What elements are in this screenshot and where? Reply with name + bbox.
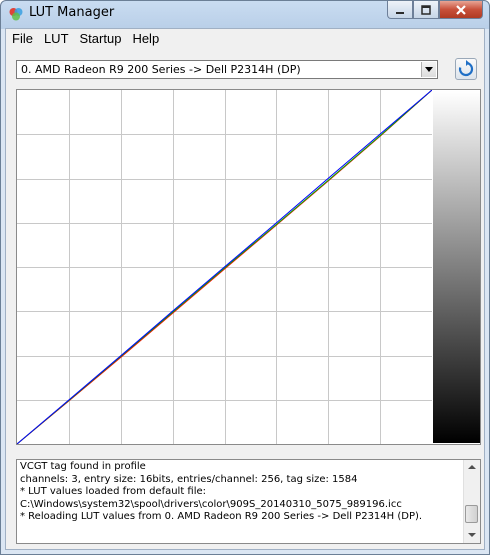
title-bar[interactable]: LUT Manager: [1, 1, 489, 27]
minimize-icon: [396, 11, 404, 14]
menu-startup[interactable]: Startup: [74, 29, 127, 49]
log-scrollbar[interactable]: [463, 460, 480, 543]
client-area: File LUT Startup Help 0. AMD Radeon R9 2…: [5, 28, 485, 550]
scroll-down-icon[interactable]: [464, 528, 480, 543]
menu-bar: File LUT Startup Help: [6, 29, 484, 49]
window-title: LUT Manager: [29, 5, 115, 20]
menu-file[interactable]: File: [6, 29, 38, 49]
log-line: VCGT tag found in profile: [20, 461, 146, 472]
scrollbar-thumb[interactable]: [465, 505, 478, 523]
log-line: * LUT values loaded from default file:: [20, 486, 207, 497]
grayscale-gradient-bar: [433, 91, 480, 443]
log-line: C:\Windows\system32\spool\drivers\color\…: [20, 498, 402, 510]
chevron-down-icon[interactable]: [421, 62, 436, 77]
display-select-value: 0. AMD Radeon R9 200 Series -> Dell P231…: [21, 63, 301, 76]
menu-help[interactable]: Help: [126, 29, 164, 49]
log-lines: VCGT tag found in profile channels: 3, e…: [20, 461, 465, 524]
refresh-icon: [458, 60, 474, 77]
lut-curve-plot: [16, 89, 481, 445]
log-line: channels: 3, entry size: 16bits, entries…: [20, 473, 358, 485]
lut-manager-window: LUT Manager File LUT Startup Help 0. AMD…: [0, 0, 490, 555]
refresh-button[interactable]: [455, 58, 477, 80]
color-wheel-icon: [9, 8, 23, 21]
menu-lut[interactable]: LUT: [38, 29, 74, 49]
log-output[interactable]: VCGT tag found in profile channels: 3, e…: [16, 459, 481, 544]
scroll-up-icon[interactable]: [464, 460, 480, 475]
log-line: * Reloading LUT values from 0. AMD Radeo…: [20, 511, 423, 522]
close-button[interactable]: [439, 1, 483, 19]
maximize-icon: [421, 4, 431, 15]
close-icon: [456, 4, 466, 15]
caption-buttons: [387, 1, 483, 21]
maximize-button[interactable]: [413, 1, 439, 19]
minimize-button[interactable]: [387, 1, 413, 19]
display-select[interactable]: 0. AMD Radeon R9 200 Series -> Dell P231…: [16, 60, 438, 79]
lut-curve-chart: [17, 90, 432, 444]
